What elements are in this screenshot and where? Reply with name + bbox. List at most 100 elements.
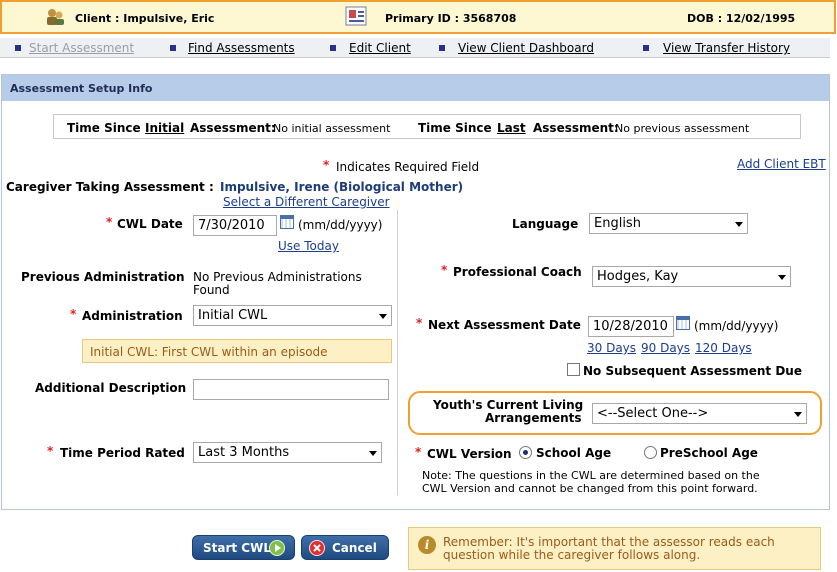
add-client-ebt-link[interactable]: Add Client EBT	[737, 157, 826, 171]
living-arrangement-select[interactable]: <--Select One-->	[592, 403, 807, 424]
administration-info-text: Initial CWL: First CWL within an episode	[90, 345, 328, 359]
id-card-icon	[345, 6, 367, 26]
time-period-select[interactable]: Last 3 Months	[193, 442, 382, 463]
required-asterisk: *	[47, 444, 54, 458]
nav-bullet-icon	[170, 45, 176, 51]
time-period-label: Time Period Rated	[60, 446, 185, 460]
nav-find-assessments[interactable]: Find Assessments	[188, 41, 295, 55]
version-preschool-radio[interactable]	[644, 446, 657, 459]
days-120-link[interactable]: 120 Days	[695, 341, 752, 355]
administration-select[interactable]: Initial CWL	[193, 305, 392, 326]
version-preschool-label: PreSchool Age	[660, 446, 758, 460]
required-asterisk: *	[106, 215, 113, 229]
use-today-link[interactable]: Use Today	[278, 239, 339, 253]
since-initial-value: No initial assessment	[273, 122, 391, 135]
column-divider	[397, 210, 398, 495]
no-subsequent-checkbox[interactable]	[567, 363, 580, 376]
client-name: Client : Impulsive, Eric	[75, 12, 215, 25]
professional-coach-label: Professional Coach	[453, 265, 582, 279]
since-last-value: No previous assessment	[615, 122, 750, 135]
nav-bullet-icon	[439, 45, 445, 51]
chevron-down-icon	[379, 314, 387, 319]
language-select[interactable]: English	[589, 213, 748, 234]
nav-bullet-icon	[330, 45, 336, 51]
chevron-down-icon	[778, 275, 786, 280]
living-arrangement-label-cont: Arrangements	[485, 411, 582, 425]
chevron-down-icon	[369, 451, 377, 456]
time-since-box: Time Since Initial Assessment: No initia…	[53, 114, 801, 139]
start-cwl-label: Start CWL	[203, 541, 271, 555]
start-cwl-button[interactable]: Start CWL	[192, 535, 295, 560]
caregiver-label: Caregiver Taking Assessment :	[6, 180, 214, 194]
version-school-label: School Age	[536, 446, 612, 460]
cwl-version-note-line1: Note: The questions in the CWL are deter…	[422, 469, 760, 482]
remember-text-line1: Remember: It's important that the assess…	[443, 535, 775, 549]
nav-edit-client[interactable]: Edit Client	[349, 41, 411, 55]
remember-box: i Remember: It's important that the asse…	[408, 527, 821, 570]
cwl-date-format: (mm/dd/yyyy)	[298, 218, 383, 232]
next-assessment-date-input[interactable]: 10/28/2010	[588, 316, 674, 337]
client-icon	[47, 9, 64, 25]
cancel-button[interactable]: Cancel	[301, 535, 389, 560]
calendar-icon[interactable]	[280, 215, 294, 229]
language-label: Language	[512, 217, 579, 231]
panel-header: Assessment Setup Info	[2, 75, 829, 101]
primary-id: Primary ID : 3568708	[385, 12, 517, 25]
previous-administration-label: Previous Administration	[21, 270, 185, 284]
nav-bullet-icon	[15, 45, 21, 51]
additional-description-input[interactable]	[193, 379, 389, 400]
additional-description-label: Additional Description	[35, 381, 187, 395]
cancel-label: Cancel	[332, 541, 377, 555]
cwl-version-label: CWL Version	[427, 447, 512, 461]
required-asterisk: *	[441, 263, 448, 277]
days-90-link[interactable]: 90 Days	[641, 341, 690, 355]
next-assessment-date-label: Next Assessment Date	[428, 318, 581, 332]
chevron-down-icon	[735, 222, 743, 227]
previous-administration-value: No Previous Administrations	[193, 270, 362, 284]
nav-view-client-dashboard[interactable]: View Client Dashboard	[458, 41, 594, 55]
remember-text: Remember: It's important that the assess…	[443, 536, 813, 562]
cwl-date-input[interactable]: 7/30/2010	[193, 215, 277, 236]
administration-selected: Initial CWL	[198, 308, 268, 323]
client-info-bar: Client : Impulsive, Eric Primary ID : 35…	[0, 0, 836, 34]
living-arrangement-label: Youth's Current Living	[433, 398, 584, 412]
required-note: Indicates Required Field	[336, 160, 480, 174]
next-date-format: (mm/dd/yyyy)	[694, 319, 779, 333]
version-school-radio[interactable]	[519, 446, 532, 459]
cwl-version-note: Note: The questions in the CWL are deter…	[422, 469, 792, 495]
calendar-icon[interactable]	[676, 316, 690, 330]
since-last-suffix: Assessment:	[533, 121, 619, 135]
cwl-version-note-line2: CWL Version and cannot be changed from t…	[422, 482, 758, 495]
chevron-down-icon	[794, 412, 802, 417]
nav-start-assessment: Start Assessment	[29, 41, 135, 55]
required-asterisk: *	[70, 307, 77, 321]
select-caregiver-link[interactable]: Select a Different Caregiver	[223, 195, 390, 209]
administration-label: Administration	[82, 309, 183, 323]
play-icon	[269, 540, 285, 556]
required-asterisk: *	[416, 316, 423, 330]
required-asterisk: *	[323, 158, 330, 172]
administration-info-box: Initial CWL: First CWL within an episode	[82, 339, 392, 363]
nav-view-transfer-history[interactable]: View Transfer History	[663, 41, 790, 55]
nav-bullet-icon	[643, 45, 649, 51]
since-initial-word: Initial	[145, 121, 185, 135]
cancel-icon	[309, 540, 325, 556]
living-arrangement-selected: <--Select One-->	[597, 406, 709, 421]
client-dob: DOB : 12/02/1995	[687, 12, 796, 25]
time-period-selected: Last 3 Months	[198, 445, 290, 460]
info-icon: i	[418, 536, 436, 554]
since-initial-label: Time Since	[67, 121, 141, 135]
panel-title: Assessment Setup Info	[10, 82, 153, 95]
no-subsequent-label: No Subsequent Assessment Due	[583, 364, 802, 378]
remember-text-line2: question while the caregiver follows alo…	[443, 548, 701, 562]
days-30-link[interactable]: 30 Days	[587, 341, 636, 355]
since-last-label: Time Since	[418, 121, 492, 135]
language-selected: English	[594, 216, 641, 231]
action-nav-bar: Start Assessment Find Assessments Edit C…	[0, 38, 830, 58]
professional-coach-select[interactable]: Hodges, Kay	[592, 266, 791, 287]
professional-coach-selected: Hodges, Kay	[597, 269, 679, 284]
since-last-word: Last	[497, 121, 526, 135]
since-initial-suffix: Assessment:	[190, 121, 276, 135]
caregiver-name: Impulsive, Irene (Biological Mother)	[220, 180, 464, 194]
required-asterisk: *	[415, 445, 422, 459]
